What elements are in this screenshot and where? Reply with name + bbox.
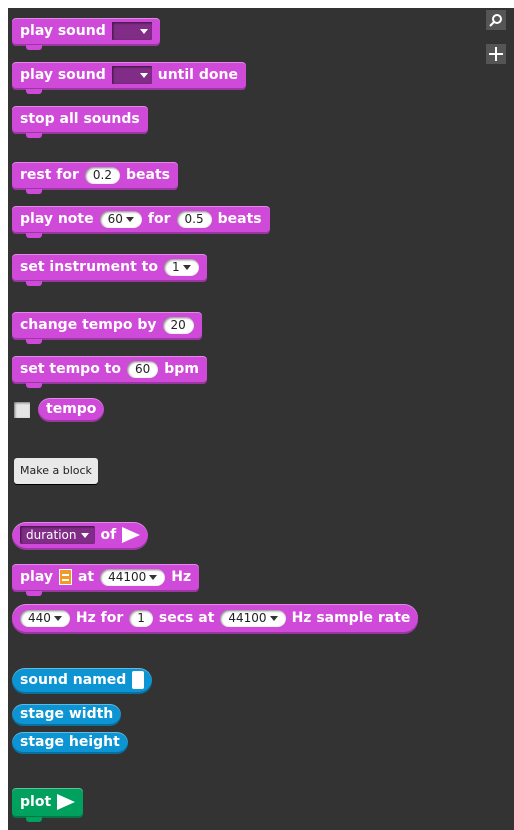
frequency-value: 440 xyxy=(28,611,51,625)
plus-icon[interactable] xyxy=(486,44,506,64)
block-label: tempo xyxy=(46,401,97,417)
block-set-instrument[interactable]: set instrument to 1 xyxy=(12,254,207,286)
block-hz-for-secs[interactable]: 440 Hz for 1 secs at 44100 Hz sample rat… xyxy=(12,604,419,634)
list-icon[interactable] xyxy=(58,569,72,585)
sound-name-input[interactable] xyxy=(132,671,145,689)
block-tempo-reporter[interactable]: tempo xyxy=(38,398,105,422)
block-sound-named[interactable]: sound named xyxy=(12,668,153,694)
block-set-tempo[interactable]: set tempo to 60 bpm xyxy=(12,356,207,388)
chevron-down-icon xyxy=(125,216,134,222)
beats-input[interactable]: 0.2 xyxy=(84,166,121,184)
block-plot[interactable]: plot xyxy=(12,788,84,822)
block-label: play sound xyxy=(20,67,106,83)
block-play-sound[interactable]: play sound xyxy=(12,18,160,50)
block-label: change tempo by xyxy=(20,317,157,333)
block-label: play note xyxy=(20,211,94,227)
search-icon[interactable] xyxy=(486,10,506,30)
beats-input[interactable]: 0.5 xyxy=(176,210,212,228)
attribute-value: duration xyxy=(26,528,77,542)
block-label: Hz for xyxy=(75,610,124,626)
block-label: rest for xyxy=(20,167,79,183)
block-change-tempo[interactable]: change tempo by 20 xyxy=(12,312,202,344)
block-stop-all-sounds[interactable]: stop all sounds xyxy=(12,106,148,138)
block-label: for xyxy=(147,211,171,227)
seconds-input[interactable]: 1 xyxy=(129,609,153,627)
block-label: of xyxy=(100,527,117,543)
block-label: play sound xyxy=(20,23,106,39)
chevron-down-icon xyxy=(149,574,158,580)
attribute-dropdown[interactable]: duration xyxy=(20,526,95,544)
block-label: stop all sounds xyxy=(20,111,140,127)
block-label: bpm xyxy=(164,361,199,377)
block-label: set instrument to xyxy=(20,259,158,275)
chevron-down-icon xyxy=(182,264,191,270)
block-label: beats xyxy=(126,167,171,183)
make-a-block-button[interactable]: Make a block xyxy=(14,458,98,484)
block-label: stage width xyxy=(20,706,114,722)
tempo-input[interactable]: 60 xyxy=(127,360,159,378)
blocks-palette: play sound play sound until done stop al… xyxy=(8,8,514,830)
block-label: plot xyxy=(20,794,52,810)
block-stage-height[interactable]: stage height xyxy=(12,732,128,754)
instrument-value: 1 xyxy=(171,260,180,274)
sample-rate-input[interactable]: 44100 xyxy=(100,568,166,586)
block-play-note[interactable]: play note 60 for 0.5 beats xyxy=(12,206,270,238)
ring-arrow-icon[interactable] xyxy=(57,794,76,810)
note-value: 60 xyxy=(107,212,123,226)
block-label: sound named xyxy=(20,672,127,688)
chevron-down-icon xyxy=(53,615,62,621)
sample-rate-input[interactable]: 44100 xyxy=(220,609,286,627)
chevron-down-icon xyxy=(80,532,89,538)
frequency-input[interactable]: 440 xyxy=(20,609,70,627)
note-input[interactable]: 60 xyxy=(99,210,142,228)
sample-rate-value: 44100 xyxy=(228,611,267,625)
block-label: until done xyxy=(157,67,238,83)
block-stage-width[interactable]: stage width xyxy=(12,704,122,726)
block-label: set tempo to xyxy=(20,361,121,377)
block-label: Hz sample rate xyxy=(291,610,411,626)
block-label: at xyxy=(77,569,95,585)
block-rest-for[interactable]: rest for 0.2 beats xyxy=(12,162,179,194)
block-label: secs at xyxy=(158,610,215,626)
block-label: stage height xyxy=(20,734,120,750)
block-play-list[interactable]: play at 44100 Hz xyxy=(12,564,200,596)
block-play-sound-until-done[interactable]: play sound until done xyxy=(12,62,246,94)
tempo-change-input[interactable]: 20 xyxy=(162,316,194,334)
block-duration-of[interactable]: duration of xyxy=(12,522,149,550)
sound-dropdown[interactable] xyxy=(111,22,152,40)
block-label: beats xyxy=(217,211,262,227)
block-label: Hz xyxy=(171,569,192,585)
sound-dropdown[interactable] xyxy=(111,66,152,84)
chevron-down-icon xyxy=(269,615,278,621)
block-label: play xyxy=(20,569,53,585)
sample-rate-value: 44100 xyxy=(108,570,147,584)
ring-arrow-icon[interactable] xyxy=(122,527,141,543)
instrument-input[interactable]: 1 xyxy=(163,258,199,276)
tempo-watcher-checkbox[interactable] xyxy=(14,402,30,418)
